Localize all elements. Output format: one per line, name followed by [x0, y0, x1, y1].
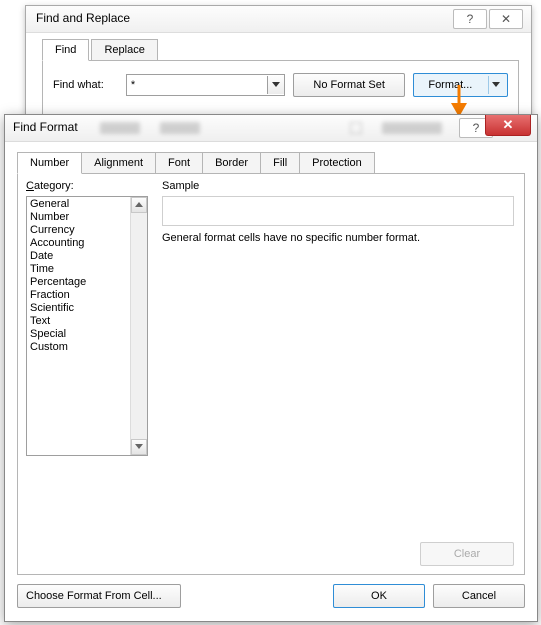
category-listbox[interactable]: General Number Currency Accounting Date …	[26, 196, 148, 456]
chevron-down-icon	[272, 82, 280, 88]
tab-font[interactable]: Font	[155, 152, 203, 174]
find-format-titlebar[interactable]: Find Format ? ✕	[5, 115, 537, 142]
list-item[interactable]: Scientific	[27, 302, 130, 315]
list-item[interactable]: Currency	[27, 224, 130, 237]
list-item[interactable]: Special	[27, 328, 130, 341]
format-description: General format cells have no specific nu…	[162, 232, 512, 244]
tab-replace[interactable]: Replace	[91, 39, 157, 61]
tab-number[interactable]: Number	[17, 152, 82, 174]
find-replace-titlebar[interactable]: Find and Replace ? ✕	[26, 6, 531, 33]
find-format-tabs: Number Alignment Font Border Fill Protec…	[17, 151, 525, 173]
choose-format-from-cell-button[interactable]: Choose Format From Cell...	[17, 584, 181, 608]
list-item[interactable]: Custom	[27, 341, 130, 354]
chevron-down-icon	[135, 444, 143, 450]
find-what-label: Find what:	[53, 79, 118, 91]
find-format-footer: Choose Format From Cell... OK Cancel	[17, 581, 525, 611]
tab-fill[interactable]: Fill	[260, 152, 300, 174]
find-what-dropdown[interactable]	[267, 76, 284, 94]
list-item[interactable]: Fraction	[27, 289, 130, 302]
category-label: Category:	[26, 180, 74, 192]
ok-button[interactable]: OK	[333, 584, 425, 608]
list-item[interactable]: General	[27, 198, 130, 211]
close-icon: ✕	[503, 117, 514, 133]
scroll-up-button[interactable]	[131, 197, 147, 213]
help-button[interactable]: ?	[453, 9, 487, 29]
list-item[interactable]: Text	[27, 315, 130, 328]
help-icon: ?	[473, 121, 480, 135]
category-list-items: General Number Currency Accounting Date …	[27, 197, 130, 455]
close-icon: ✕	[501, 12, 511, 26]
close-button[interactable]: ✕	[485, 115, 531, 136]
format-preview-button[interactable]: No Format Set	[293, 73, 405, 97]
tab-protection[interactable]: Protection	[299, 152, 375, 174]
find-format-dialog: Find Format ? ✕ Number Alignment Font Bo…	[4, 114, 538, 622]
chevron-up-icon	[135, 202, 143, 208]
list-item[interactable]: Number	[27, 211, 130, 224]
cancel-button[interactable]: Cancel	[433, 584, 525, 608]
help-icon: ?	[467, 12, 474, 26]
format-dropdown[interactable]	[488, 76, 503, 94]
blurred-background	[100, 117, 442, 139]
tab-border[interactable]: Border	[202, 152, 261, 174]
category-scrollbar[interactable]	[130, 197, 147, 455]
sample-label: Sample	[162, 180, 199, 192]
list-item[interactable]: Percentage	[27, 276, 130, 289]
list-item[interactable]: Time	[27, 263, 130, 276]
clear-button[interactable]: Clear	[420, 542, 514, 566]
sample-box	[162, 196, 514, 226]
find-what-input[interactable]: *	[126, 74, 285, 96]
find-replace-tabs: Find Replace	[42, 38, 519, 60]
chevron-down-icon	[492, 82, 500, 88]
find-format-title: Find Format	[13, 120, 78, 134]
number-tab-panel: Category: General Number Currency Accoun…	[17, 173, 525, 575]
tab-alignment[interactable]: Alignment	[81, 152, 156, 174]
close-button[interactable]: ✕	[489, 9, 523, 29]
sample-section: Sample	[162, 180, 514, 226]
scroll-down-button[interactable]	[131, 439, 147, 455]
tab-find[interactable]: Find	[42, 39, 89, 61]
find-what-value: *	[127, 79, 267, 91]
list-item[interactable]: Accounting	[27, 237, 130, 250]
list-item[interactable]: Date	[27, 250, 130, 263]
find-replace-title: Find and Replace	[36, 11, 130, 25]
